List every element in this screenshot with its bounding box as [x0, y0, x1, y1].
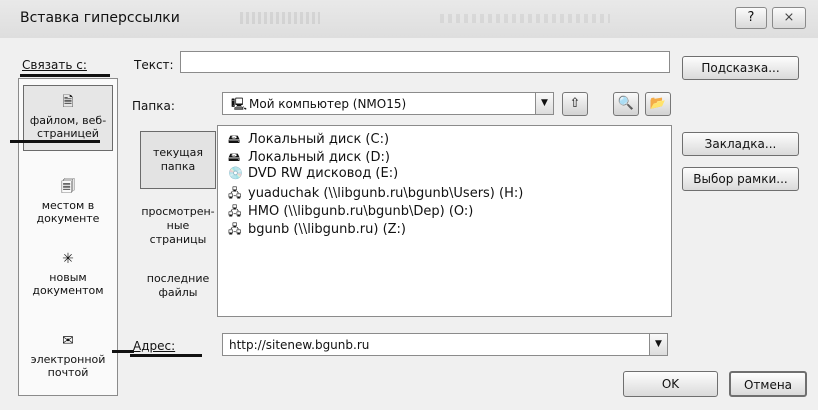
browse-file-button[interactable]: 📂: [645, 92, 671, 116]
link-to-item-label: новым документом: [32, 271, 104, 297]
address-value: http://sitenew.bgunb.ru: [229, 338, 370, 352]
open-folder-icon: 📂: [649, 96, 667, 111]
ok-button[interactable]: OK: [623, 371, 718, 397]
text-input[interactable]: [180, 51, 670, 73]
tab-recent-files[interactable]: последние файлы: [140, 272, 216, 300]
chevron-down-icon[interactable]: ▼: [535, 93, 553, 114]
link-to-panel: 🗎 файлом, веб-страницей 🗐 местом в докум…: [18, 78, 118, 396]
link-to-item-label: местом в документе: [36, 199, 100, 225]
underline-marker: [112, 350, 134, 353]
tab-current-folder[interactable]: текущая папка: [140, 131, 216, 189]
close-button[interactable]: ⨯: [772, 7, 806, 29]
list-item-label: Локальный диск (D:): [248, 150, 390, 165]
address-label: Адрес:: [133, 339, 176, 353]
network-drive-icon: 🖧: [228, 222, 242, 236]
list-item-label: bgunb (\\libgunb.ru) (Z:): [248, 222, 407, 237]
chevron-down-icon[interactable]: ▼: [649, 334, 667, 355]
link-to-email[interactable]: ✉ электронной почтой: [23, 325, 113, 385]
link-to-place-in-document[interactable]: 🗐 местом в документе: [23, 171, 113, 231]
link-to-item-label: электронной почтой: [30, 353, 106, 379]
list-item[interactable]: 💿 DVD RW дисковод (E:): [228, 166, 398, 181]
folder-label: Папка:: [132, 99, 175, 113]
title-bar-artifact: [240, 12, 320, 24]
web-search-icon: 🔍: [617, 96, 635, 111]
address-input[interactable]: http://sitenew.bgunb.ru ▼: [222, 333, 668, 356]
link-to-label: Связать с:: [22, 58, 87, 72]
email-icon: ✉: [62, 333, 74, 349]
target-frame-button[interactable]: Выбор рамки...: [682, 167, 799, 191]
title-bar-artifact: [440, 14, 610, 23]
folder-select[interactable]: 🖳 Мой компьютер (NMO15) ▼: [222, 92, 554, 115]
my-computer-icon: 🖳: [231, 97, 248, 111]
folder-up-icon: ⇧: [569, 96, 581, 111]
text-label: Текст:: [134, 58, 174, 72]
screen-tip-button[interactable]: Подсказка...: [682, 56, 799, 80]
up-folder-button[interactable]: ⇧: [562, 92, 588, 116]
bookmark-button[interactable]: Закладка...: [682, 132, 799, 156]
tab-browsed-pages[interactable]: просмотрен-ные страницы: [140, 205, 216, 247]
list-item-label: Локальный диск (C:): [248, 132, 390, 147]
list-item-label: DVD RW дисковод (E:): [248, 166, 399, 181]
list-item-label: HMO (\\libgunb.ru\bgunb\Dep) (O:): [248, 204, 474, 219]
document-place-icon: 🗐: [61, 179, 75, 195]
folder-value: Мой компьютер (NMO15): [249, 97, 407, 111]
underline-marker: [130, 354, 202, 357]
new-document-icon: ✳: [62, 251, 74, 267]
dvd-drive-icon: 💿: [228, 166, 243, 180]
list-item[interactable]: 🖧 bgunb (\\libgunb.ru) (Z:): [228, 220, 406, 241]
browse-web-button[interactable]: 🔍: [613, 92, 639, 116]
link-to-new-document[interactable]: ✳ новым документом: [23, 243, 113, 303]
document-web-icon: 🗎: [62, 94, 74, 110]
link-to-item-label: файлом, веб-страницей: [29, 114, 107, 140]
list-item-label: yuaduchak (\\libgunb.ru\bgunb\Users) (H:…: [248, 186, 524, 201]
cancel-button[interactable]: Отмена: [729, 371, 807, 397]
help-button[interactable]: ?: [735, 7, 767, 29]
underline-marker: [20, 74, 110, 77]
dialog-title: Вставка гиперссылки: [20, 10, 180, 26]
insert-hyperlink-dialog: Вставка гиперссылки ? ⨯ Связать с: 🗎 фай…: [0, 0, 818, 410]
underline-marker: [10, 140, 100, 143]
